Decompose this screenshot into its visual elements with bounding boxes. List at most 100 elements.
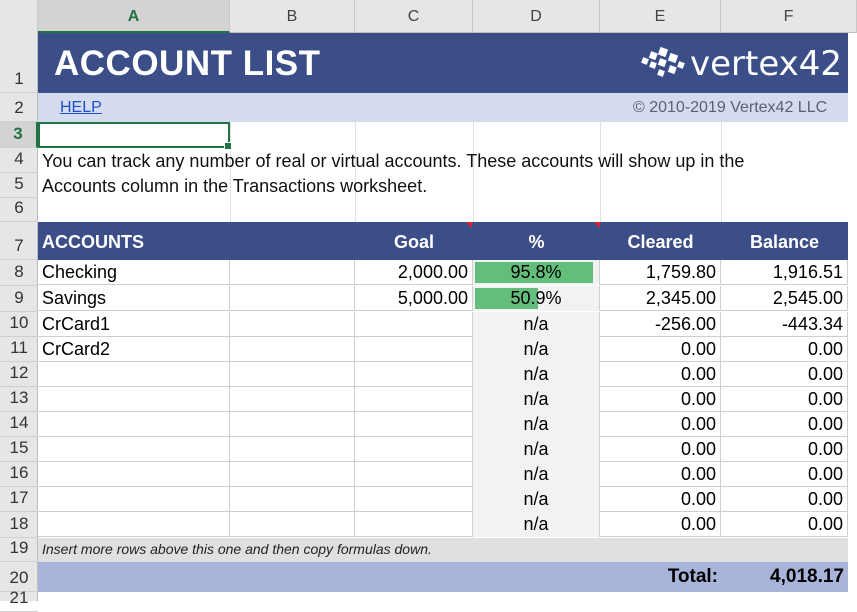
column-header-f[interactable]: F (721, 0, 857, 33)
cleared-cell[interactable]: 0.00 (600, 462, 721, 487)
account-cell[interactable] (38, 462, 230, 487)
goal-cell[interactable] (355, 437, 473, 462)
spacer-cell[interactable] (230, 337, 355, 362)
cleared-cell[interactable]: 0.00 (600, 512, 721, 537)
spacer-cell[interactable] (230, 362, 355, 387)
goal-cell[interactable] (355, 312, 473, 337)
selected-cell-a3[interactable] (38, 122, 232, 150)
row-header-7[interactable]: 7 (0, 222, 38, 260)
column-header-d[interactable]: D (473, 0, 600, 33)
row-header-1[interactable]: 1 (0, 33, 38, 93)
help-link[interactable]: HELP (60, 99, 102, 117)
account-cell[interactable] (38, 487, 230, 512)
account-cell[interactable] (38, 362, 230, 387)
account-cell[interactable] (38, 387, 230, 412)
percent-cell[interactable]: n/a (473, 312, 600, 337)
percent-cell[interactable]: n/a (473, 387, 600, 412)
account-cell[interactable] (38, 437, 230, 462)
balance-cell[interactable]: 0.00 (721, 387, 848, 412)
spacer-cell[interactable] (230, 512, 355, 537)
balance-cell[interactable]: 0.00 (721, 512, 848, 537)
comment-indicator-icon[interactable] (466, 222, 472, 228)
balance-cell[interactable]: 0.00 (721, 462, 848, 487)
row-header-12[interactable]: 12 (0, 362, 38, 387)
column-header-b[interactable]: B (230, 0, 355, 33)
column-header-c[interactable]: C (355, 0, 473, 33)
cleared-cell[interactable]: 0.00 (600, 337, 721, 362)
row-header-13[interactable]: 13 (0, 387, 38, 412)
row-header-11[interactable]: 11 (0, 337, 38, 362)
percent-cell[interactable]: n/a (473, 487, 600, 512)
balance-cell[interactable]: 0.00 (721, 487, 848, 512)
cleared-cell[interactable]: 2,345.00 (600, 286, 721, 311)
percent-cell[interactable]: n/a (473, 437, 600, 462)
row-header-9[interactable]: 9 (0, 286, 38, 312)
cleared-cell[interactable]: 0.00 (600, 362, 721, 387)
goal-cell[interactable] (355, 487, 473, 512)
row-header-14[interactable]: 14 (0, 412, 38, 437)
cleared-cell[interactable]: -256.00 (600, 312, 721, 337)
goal-cell[interactable] (355, 337, 473, 362)
goal-cell[interactable] (355, 462, 473, 487)
header-balance[interactable]: Balance (721, 222, 848, 260)
account-cell[interactable]: CrCard2 (38, 337, 230, 362)
balance-cell[interactable]: 0.00 (721, 337, 848, 362)
goal-cell[interactable]: 5,000.00 (355, 286, 473, 311)
row-header-10[interactable]: 10 (0, 312, 38, 337)
spacer-cell[interactable] (230, 286, 355, 311)
cleared-cell[interactable]: 0.00 (600, 487, 721, 512)
percent-cell[interactable]: n/a (473, 512, 600, 537)
percent-cell[interactable]: n/a (473, 412, 600, 437)
goal-cell[interactable] (355, 412, 473, 437)
spacer-cell[interactable] (230, 387, 355, 412)
select-all-corner[interactable] (0, 0, 38, 33)
column-header-e[interactable]: E (600, 0, 721, 33)
cleared-cell[interactable]: 0.00 (600, 387, 721, 412)
spacer-cell[interactable] (230, 487, 355, 512)
header-cleared[interactable]: Cleared (600, 222, 721, 260)
header-accounts[interactable]: ACCOUNTS (42, 222, 222, 260)
account-cell[interactable]: CrCard1 (38, 312, 230, 337)
header-percent[interactable]: % (473, 222, 600, 260)
spacer-cell[interactable] (230, 312, 355, 337)
percent-cell[interactable]: 50.9% (473, 286, 600, 311)
row-header-21[interactable]: 21 (0, 588, 38, 612)
header-goal[interactable]: Goal (355, 222, 473, 260)
spacer-cell[interactable] (230, 462, 355, 487)
row-header-6[interactable]: 6 (0, 198, 38, 222)
row-header-3[interactable]: 3 (0, 122, 38, 148)
account-cell[interactable] (38, 412, 230, 437)
row-header-18[interactable]: 18 (0, 512, 38, 538)
spacer-cell[interactable] (230, 412, 355, 437)
row-header-8[interactable]: 8 (0, 260, 38, 286)
goal-cell[interactable]: 2,000.00 (355, 260, 473, 285)
row-header-4[interactable]: 4 (0, 148, 38, 173)
goal-cell[interactable] (355, 362, 473, 387)
account-cell[interactable] (38, 512, 230, 537)
balance-cell[interactable]: 0.00 (721, 362, 848, 387)
percent-cell[interactable]: n/a (473, 337, 600, 362)
balance-cell[interactable]: 1,916.51 (721, 260, 848, 285)
spacer-cell[interactable] (230, 437, 355, 462)
spacer-cell[interactable] (230, 260, 355, 285)
cleared-cell[interactable]: 0.00 (600, 412, 721, 437)
cleared-cell[interactable]: 0.00 (600, 437, 721, 462)
row-header-16[interactable]: 16 (0, 462, 38, 487)
row-header-17[interactable]: 17 (0, 487, 38, 512)
goal-cell[interactable] (355, 512, 473, 537)
percent-cell[interactable]: n/a (473, 362, 600, 387)
row-header-2[interactable]: 2 (0, 93, 38, 122)
percent-cell[interactable]: n/a (473, 462, 600, 487)
comment-indicator-icon[interactable] (594, 222, 600, 228)
account-cell[interactable]: Savings (38, 286, 230, 311)
row-header-5[interactable]: 5 (0, 173, 38, 198)
balance-cell[interactable]: 0.00 (721, 437, 848, 462)
balance-cell[interactable]: -443.34 (721, 312, 848, 337)
row-header-15[interactable]: 15 (0, 437, 38, 462)
percent-cell[interactable]: 95.8% (473, 260, 600, 285)
goal-cell[interactable] (355, 387, 473, 412)
cleared-cell[interactable]: 1,759.80 (600, 260, 721, 285)
balance-cell[interactable]: 0.00 (721, 412, 848, 437)
column-header-a[interactable]: A (38, 0, 230, 33)
row-header-19[interactable]: 19 (0, 538, 38, 562)
